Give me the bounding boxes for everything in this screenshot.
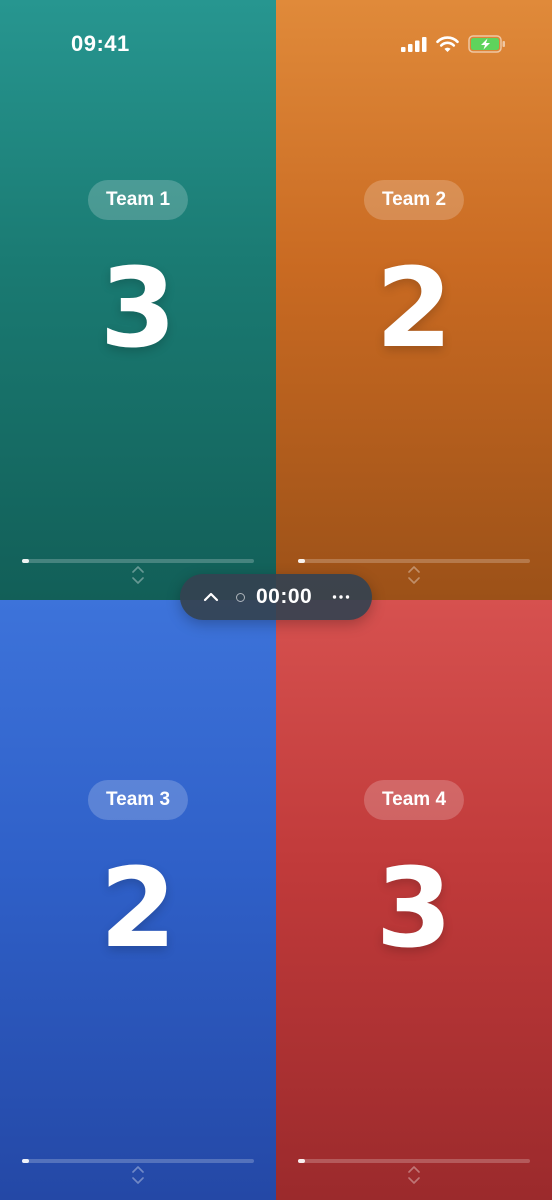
status-time: 09:41 bbox=[71, 31, 130, 56]
team-4-progress-fill bbox=[298, 1159, 305, 1163]
team-3-progress-fill bbox=[22, 1159, 29, 1163]
drag-handle-icon[interactable] bbox=[131, 565, 145, 585]
chevron-up-icon[interactable] bbox=[202, 588, 220, 606]
team-1-progress-fill bbox=[22, 559, 29, 563]
team-3-progress-track bbox=[22, 1159, 254, 1163]
team-2-score[interactable]: 2 bbox=[276, 238, 552, 378]
timer-value[interactable]: 00:00 bbox=[256, 585, 312, 609]
battery-charging-icon bbox=[468, 35, 505, 53]
cellular-signal-icon bbox=[401, 37, 427, 52]
team-1-panel[interactable]: Team 1 3 bbox=[0, 0, 276, 600]
team-2-name[interactable]: Team 2 bbox=[363, 180, 465, 220]
team-3-name[interactable]: Team 3 bbox=[87, 780, 189, 820]
more-options-icon[interactable] bbox=[331, 589, 351, 605]
team-3-score[interactable]: 2 bbox=[0, 838, 276, 978]
wifi-icon bbox=[436, 35, 459, 52]
team-1-progress-track bbox=[22, 559, 254, 563]
team-4-score[interactable]: 3 bbox=[276, 838, 552, 978]
drag-handle-icon[interactable] bbox=[131, 1165, 145, 1185]
drag-handle-icon[interactable] bbox=[407, 565, 421, 585]
team-1-score[interactable]: 3 bbox=[0, 238, 276, 378]
drag-handle-icon[interactable] bbox=[407, 1165, 421, 1185]
timer-status-indicator-icon bbox=[236, 593, 245, 602]
team-4-name[interactable]: Team 4 bbox=[363, 780, 465, 820]
team-4-progress-track bbox=[298, 1159, 530, 1163]
team-3-panel[interactable]: Team 3 2 bbox=[0, 600, 276, 1200]
timer-control[interactable]: 00:00 bbox=[180, 574, 372, 620]
team-2-progress-track bbox=[298, 559, 530, 563]
status-icons bbox=[401, 34, 506, 54]
team-1-name[interactable]: Team 1 bbox=[87, 180, 189, 220]
team-2-progress-fill bbox=[298, 559, 305, 563]
team-4-panel[interactable]: Team 4 3 bbox=[276, 600, 552, 1200]
team-2-panel[interactable]: Team 2 2 bbox=[276, 0, 552, 600]
